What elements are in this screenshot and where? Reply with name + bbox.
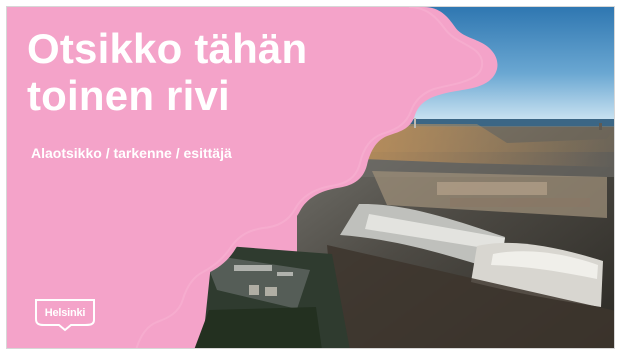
title-line-2: toinen rivi — [27, 72, 230, 119]
slide-subtitle: Alaotsikko / tarkenne / esittäjä — [31, 145, 232, 161]
presentation-slide: Otsikko tähän toinen rivi Alaotsikko / t… — [6, 6, 615, 349]
helsinki-logo: Helsinki — [30, 298, 100, 332]
helsinki-logo-text: Helsinki — [44, 307, 86, 319]
slide-title: Otsikko tähän toinen rivi — [27, 25, 307, 119]
title-line-1: Otsikko tähän — [27, 25, 308, 72]
